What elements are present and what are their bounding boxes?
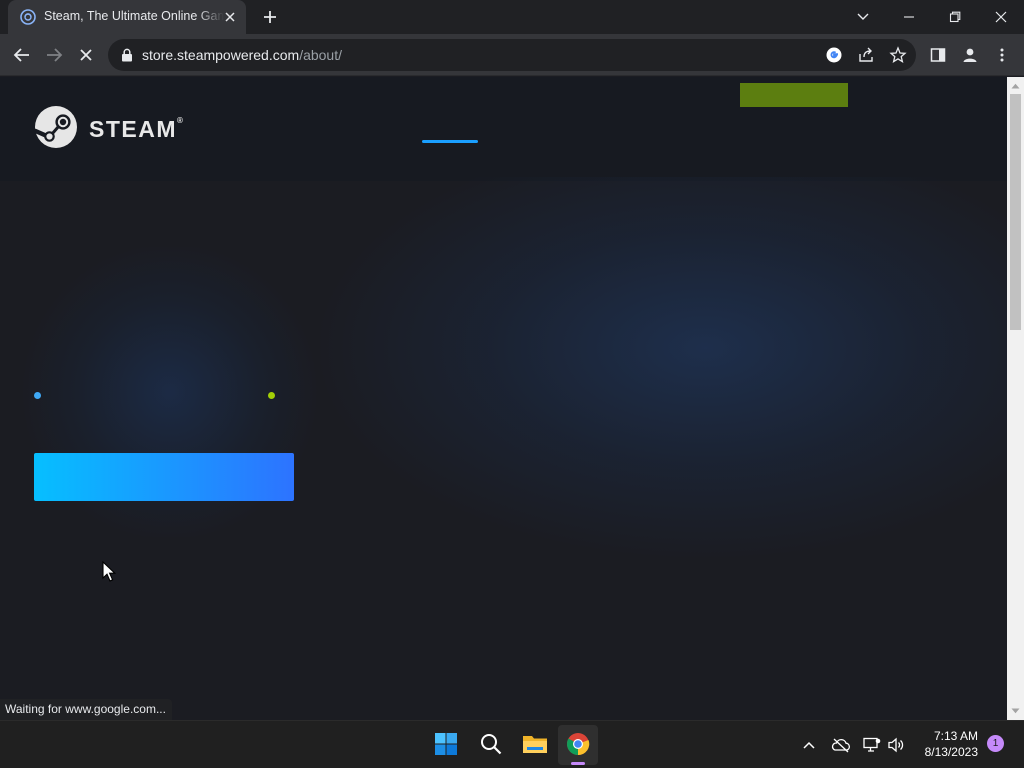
url-path: /about/ <box>299 47 343 63</box>
chrome-icon[interactable] <box>565 731 591 757</box>
restore-icon[interactable] <box>932 0 978 34</box>
tab-search-chevron-icon[interactable] <box>840 0 886 34</box>
side-panel-icon[interactable] <box>925 42 951 68</box>
hero-background-glow <box>320 177 1007 557</box>
install-steam-cta-button[interactable] <box>34 453 294 501</box>
scroll-down-arrow-icon[interactable] <box>1011 708 1020 714</box>
onedrive-offline-icon[interactable] <box>831 735 851 755</box>
steam-wordmark: STEAM® <box>89 116 183 143</box>
bookmark-star-icon[interactable] <box>889 46 907 64</box>
stop-loading-icon[interactable] <box>73 42 99 68</box>
clock-time: 7:13 AM <box>933 729 978 743</box>
lock-icon[interactable] <box>121 48 133 62</box>
scrollbar-thumb[interactable] <box>1010 94 1021 330</box>
scroll-up-arrow-icon[interactable] <box>1011 83 1020 89</box>
back-arrow-icon[interactable] <box>9 42 35 68</box>
clock-date: 8/13/2023 <box>924 745 978 759</box>
volume-icon[interactable] <box>886 735 906 755</box>
loading-status-text: Waiting for www.google.com... <box>0 699 172 720</box>
page-viewport: STEAM® <box>0 77 1007 720</box>
steam-logo[interactable]: STEAM® <box>33 105 183 154</box>
browser-tab[interactable]: Steam, The Ultimate Online Game Platform <box>8 0 246 34</box>
url-text: store.steampowered.com/about/ <box>142 47 342 63</box>
ingame-indicator-dot <box>268 392 275 399</box>
online-indicator-dot <box>34 392 41 399</box>
address-bar[interactable]: store.steampowered.com/about/ <box>108 39 916 71</box>
search-icon[interactable] <box>478 731 504 757</box>
notification-badge[interactable]: 1 <box>987 735 1004 752</box>
install-steam-button[interactable] <box>740 83 848 107</box>
browser-toolbar: store.steampowered.com/about/ <box>0 34 1024 76</box>
start-icon[interactable] <box>433 731 459 757</box>
registered-mark: ® <box>177 115 183 125</box>
file-explorer-icon[interactable] <box>522 731 548 757</box>
steam-favicon-icon <box>20 9 36 25</box>
nav-active-indicator <box>422 140 478 143</box>
page-scrollbar[interactable] <box>1007 77 1024 720</box>
google-lens-icon[interactable] <box>825 46 843 64</box>
profile-icon[interactable] <box>957 42 983 68</box>
taskbar-clock[interactable]: 7:13 AM 8/13/2023 <box>912 728 978 760</box>
browser-tabstrip: Steam, The Ultimate Online Game Platform <box>0 0 1024 34</box>
new-tab-icon[interactable] <box>258 6 282 28</box>
show-hidden-icons-chevron-icon[interactable] <box>799 735 819 755</box>
windows-taskbar: 7:13 AM 8/13/2023 1 <box>0 720 1024 768</box>
share-icon[interactable] <box>857 46 875 64</box>
network-icon[interactable] <box>862 735 882 755</box>
chrome-menu-icon[interactable] <box>989 42 1015 68</box>
close-tab-icon[interactable] <box>222 9 238 25</box>
close-window-icon[interactable] <box>978 0 1024 34</box>
active-app-indicator <box>571 762 585 765</box>
url-host: store.steampowered.com <box>142 47 300 63</box>
tab-title: Steam, The Ultimate Online Game Platform <box>44 9 224 23</box>
steam-logo-icon <box>33 105 78 154</box>
mouse-cursor-icon <box>102 560 117 583</box>
minimize-icon[interactable] <box>886 0 932 34</box>
forward-arrow-icon[interactable] <box>41 42 67 68</box>
steam-wordmark-text: STEAM <box>89 115 177 142</box>
